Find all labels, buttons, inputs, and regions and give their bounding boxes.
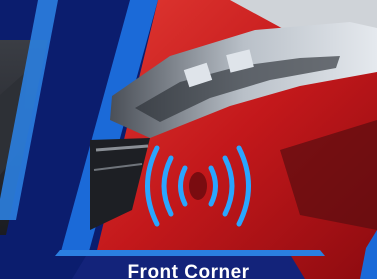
feature-banner: Front Corner [0, 0, 377, 279]
feature-illustration [0, 0, 377, 279]
caption-underline [55, 250, 325, 256]
caption-title: Front Corner [127, 262, 250, 279]
caption-bar: Front Corner [72, 256, 305, 279]
parking-sensor [189, 172, 207, 200]
